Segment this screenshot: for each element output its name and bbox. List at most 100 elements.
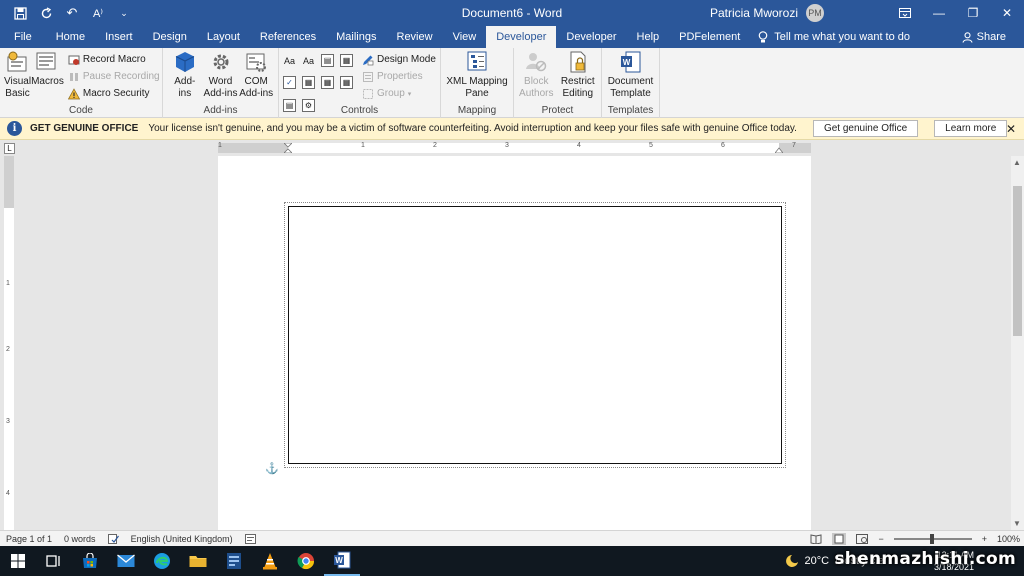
- mapping-group: XML Mapping Pane Mapping: [441, 48, 514, 118]
- com-addins-icon: [243, 50, 269, 74]
- dropdown-control-icon[interactable]: ▦: [321, 76, 334, 90]
- building-block-control-icon[interactable]: ▦: [340, 54, 353, 67]
- tab-file[interactable]: File: [0, 26, 46, 48]
- app-icon[interactable]: [216, 546, 252, 576]
- customize-qat-icon[interactable]: ⌄: [112, 2, 136, 24]
- share-button[interactable]: Share: [962, 26, 1006, 48]
- tell-me-box[interactable]: Tell me what you want to do: [758, 30, 910, 44]
- restore-icon[interactable]: ❐: [956, 0, 990, 26]
- tab-review[interactable]: Review: [387, 26, 443, 48]
- proofing-status[interactable]: [102, 533, 125, 544]
- plain-text-control-icon[interactable]: Aa: [302, 54, 315, 67]
- date-picker-control-icon[interactable]: ▦: [340, 76, 353, 90]
- checkbox-control-icon[interactable]: ✓: [283, 76, 296, 90]
- zoom-out-button[interactable]: −: [878, 534, 883, 544]
- watermark-text: shenmazhishi.com: [834, 549, 1016, 569]
- templates-group: W Document Template Templates: [602, 48, 660, 118]
- vertical-scrollbar[interactable]: ▲ ▼: [1011, 156, 1024, 530]
- anchor-icon[interactable]: ⚓: [265, 462, 279, 475]
- tab-home[interactable]: Home: [46, 26, 95, 48]
- lock-document-icon: [565, 50, 591, 74]
- tab-developer-active[interactable]: Developer: [486, 26, 557, 48]
- read-aloud-icon[interactable]: A⁾: [86, 2, 110, 24]
- record-macro-button[interactable]: Record Macro: [68, 52, 160, 67]
- properties-button[interactable]: Properties: [362, 69, 436, 84]
- tab-view[interactable]: View: [443, 26, 487, 48]
- minimize-icon[interactable]: —: [922, 0, 956, 26]
- web-layout-icon[interactable]: [856, 534, 869, 544]
- close-icon[interactable]: ✕: [990, 0, 1024, 26]
- autosave-icon[interactable]: [34, 2, 58, 24]
- tab-mailings[interactable]: Mailings: [326, 26, 386, 48]
- templates-group-label: Templates: [607, 105, 654, 116]
- tab-design[interactable]: Design: [143, 26, 197, 48]
- save-icon[interactable]: [8, 2, 32, 24]
- zoom-in-button[interactable]: +: [982, 534, 987, 544]
- zoom-slider-knob[interactable]: [929, 534, 934, 544]
- macro-security-button[interactable]: Macro Security: [67, 86, 160, 101]
- zoom-slider[interactable]: [893, 534, 972, 544]
- visual-basic-label-2: Basic: [5, 88, 30, 99]
- scroll-up-icon[interactable]: ▲: [1013, 158, 1021, 167]
- tell-me-text[interactable]: Tell me what you want to do: [774, 31, 910, 43]
- picture-control-icon[interactable]: ▤: [321, 54, 334, 67]
- svg-text:W: W: [622, 58, 630, 67]
- vertical-ruler[interactable]: 1 2 3 4: [4, 156, 14, 530]
- word-count[interactable]: 0 words: [58, 534, 102, 544]
- read-mode-icon[interactable]: [810, 534, 822, 544]
- horizontal-ruler[interactable]: 1 1 2 3 4 5 6 7: [218, 142, 811, 153]
- restrict-editing-label-2: Editing: [562, 88, 594, 99]
- word-app-icon[interactable]: W: [324, 546, 360, 576]
- tab-references[interactable]: References: [250, 26, 326, 48]
- accessibility-status[interactable]: [239, 533, 262, 544]
- user-name[interactable]: Patricia Mworozi: [710, 6, 798, 20]
- scroll-thumb[interactable]: [1013, 186, 1022, 336]
- ruler-number: 1: [361, 142, 365, 149]
- text-box[interactable]: [288, 206, 782, 464]
- group-button[interactable]: Group ▾: [362, 86, 436, 101]
- pause-icon: [69, 72, 78, 81]
- document-page[interactable]: ⚓: [218, 156, 811, 530]
- close-icon[interactable]: ✕: [1006, 122, 1016, 136]
- scroll-down-icon[interactable]: ▼: [1013, 519, 1021, 528]
- window-controls: — ❐ ✕: [888, 0, 1024, 26]
- zoom-level[interactable]: 100%: [997, 534, 1020, 544]
- undo-icon[interactable]: ↶: [60, 2, 84, 24]
- tab-pdfelement[interactable]: PDFelement: [669, 26, 750, 48]
- file-explorer-icon[interactable]: [180, 546, 216, 576]
- mail-icon[interactable]: [108, 546, 144, 576]
- language-status[interactable]: English (United Kingdom): [125, 534, 239, 544]
- windows-start-icon[interactable]: [0, 546, 36, 576]
- account-area[interactable]: Patricia Mworozi PM: [710, 0, 824, 26]
- right-indent-marker[interactable]: [775, 145, 783, 153]
- rich-text-control-icon[interactable]: Aa: [283, 54, 296, 67]
- ribbon-display-icon[interactable]: [888, 0, 922, 26]
- tab-developer[interactable]: Developer: [556, 26, 626, 48]
- word-document-icon: W: [618, 50, 644, 74]
- get-genuine-office-button[interactable]: Get genuine Office: [812, 120, 919, 137]
- tab-selector[interactable]: L: [4, 143, 15, 154]
- addins-group: Add- ins Word Add-ins COM Add-ins Add-in…: [163, 48, 279, 118]
- print-layout-icon[interactable]: [832, 533, 847, 545]
- share-label[interactable]: Share: [977, 31, 1006, 43]
- learn-more-button[interactable]: Learn more: [934, 120, 1008, 137]
- tab-help[interactable]: Help: [627, 26, 670, 48]
- store-icon[interactable]: [72, 546, 108, 576]
- protect-group-label: Protect: [541, 105, 574, 116]
- chrome-icon[interactable]: [288, 546, 324, 576]
- edge-browser-icon[interactable]: [144, 546, 180, 576]
- document-template-label-2: Template: [610, 88, 651, 99]
- left-indent-marker[interactable]: [284, 143, 292, 153]
- page-count[interactable]: Page 1 of 1: [0, 534, 58, 544]
- design-mode-button[interactable]: Design Mode: [362, 52, 436, 67]
- tab-insert[interactable]: Insert: [95, 26, 143, 48]
- com-addins-label-2: Add-ins: [239, 88, 274, 99]
- tab-layout[interactable]: Layout: [197, 26, 250, 48]
- pause-recording-button[interactable]: Pause Recording: [68, 69, 160, 84]
- task-view-icon[interactable]: [36, 546, 72, 576]
- macros-label: Macros: [31, 76, 64, 87]
- combo-box-control-icon[interactable]: ▦: [302, 76, 315, 90]
- vlc-icon[interactable]: [252, 546, 288, 576]
- code-group-label: Code: [69, 105, 93, 116]
- avatar[interactable]: PM: [806, 4, 824, 22]
